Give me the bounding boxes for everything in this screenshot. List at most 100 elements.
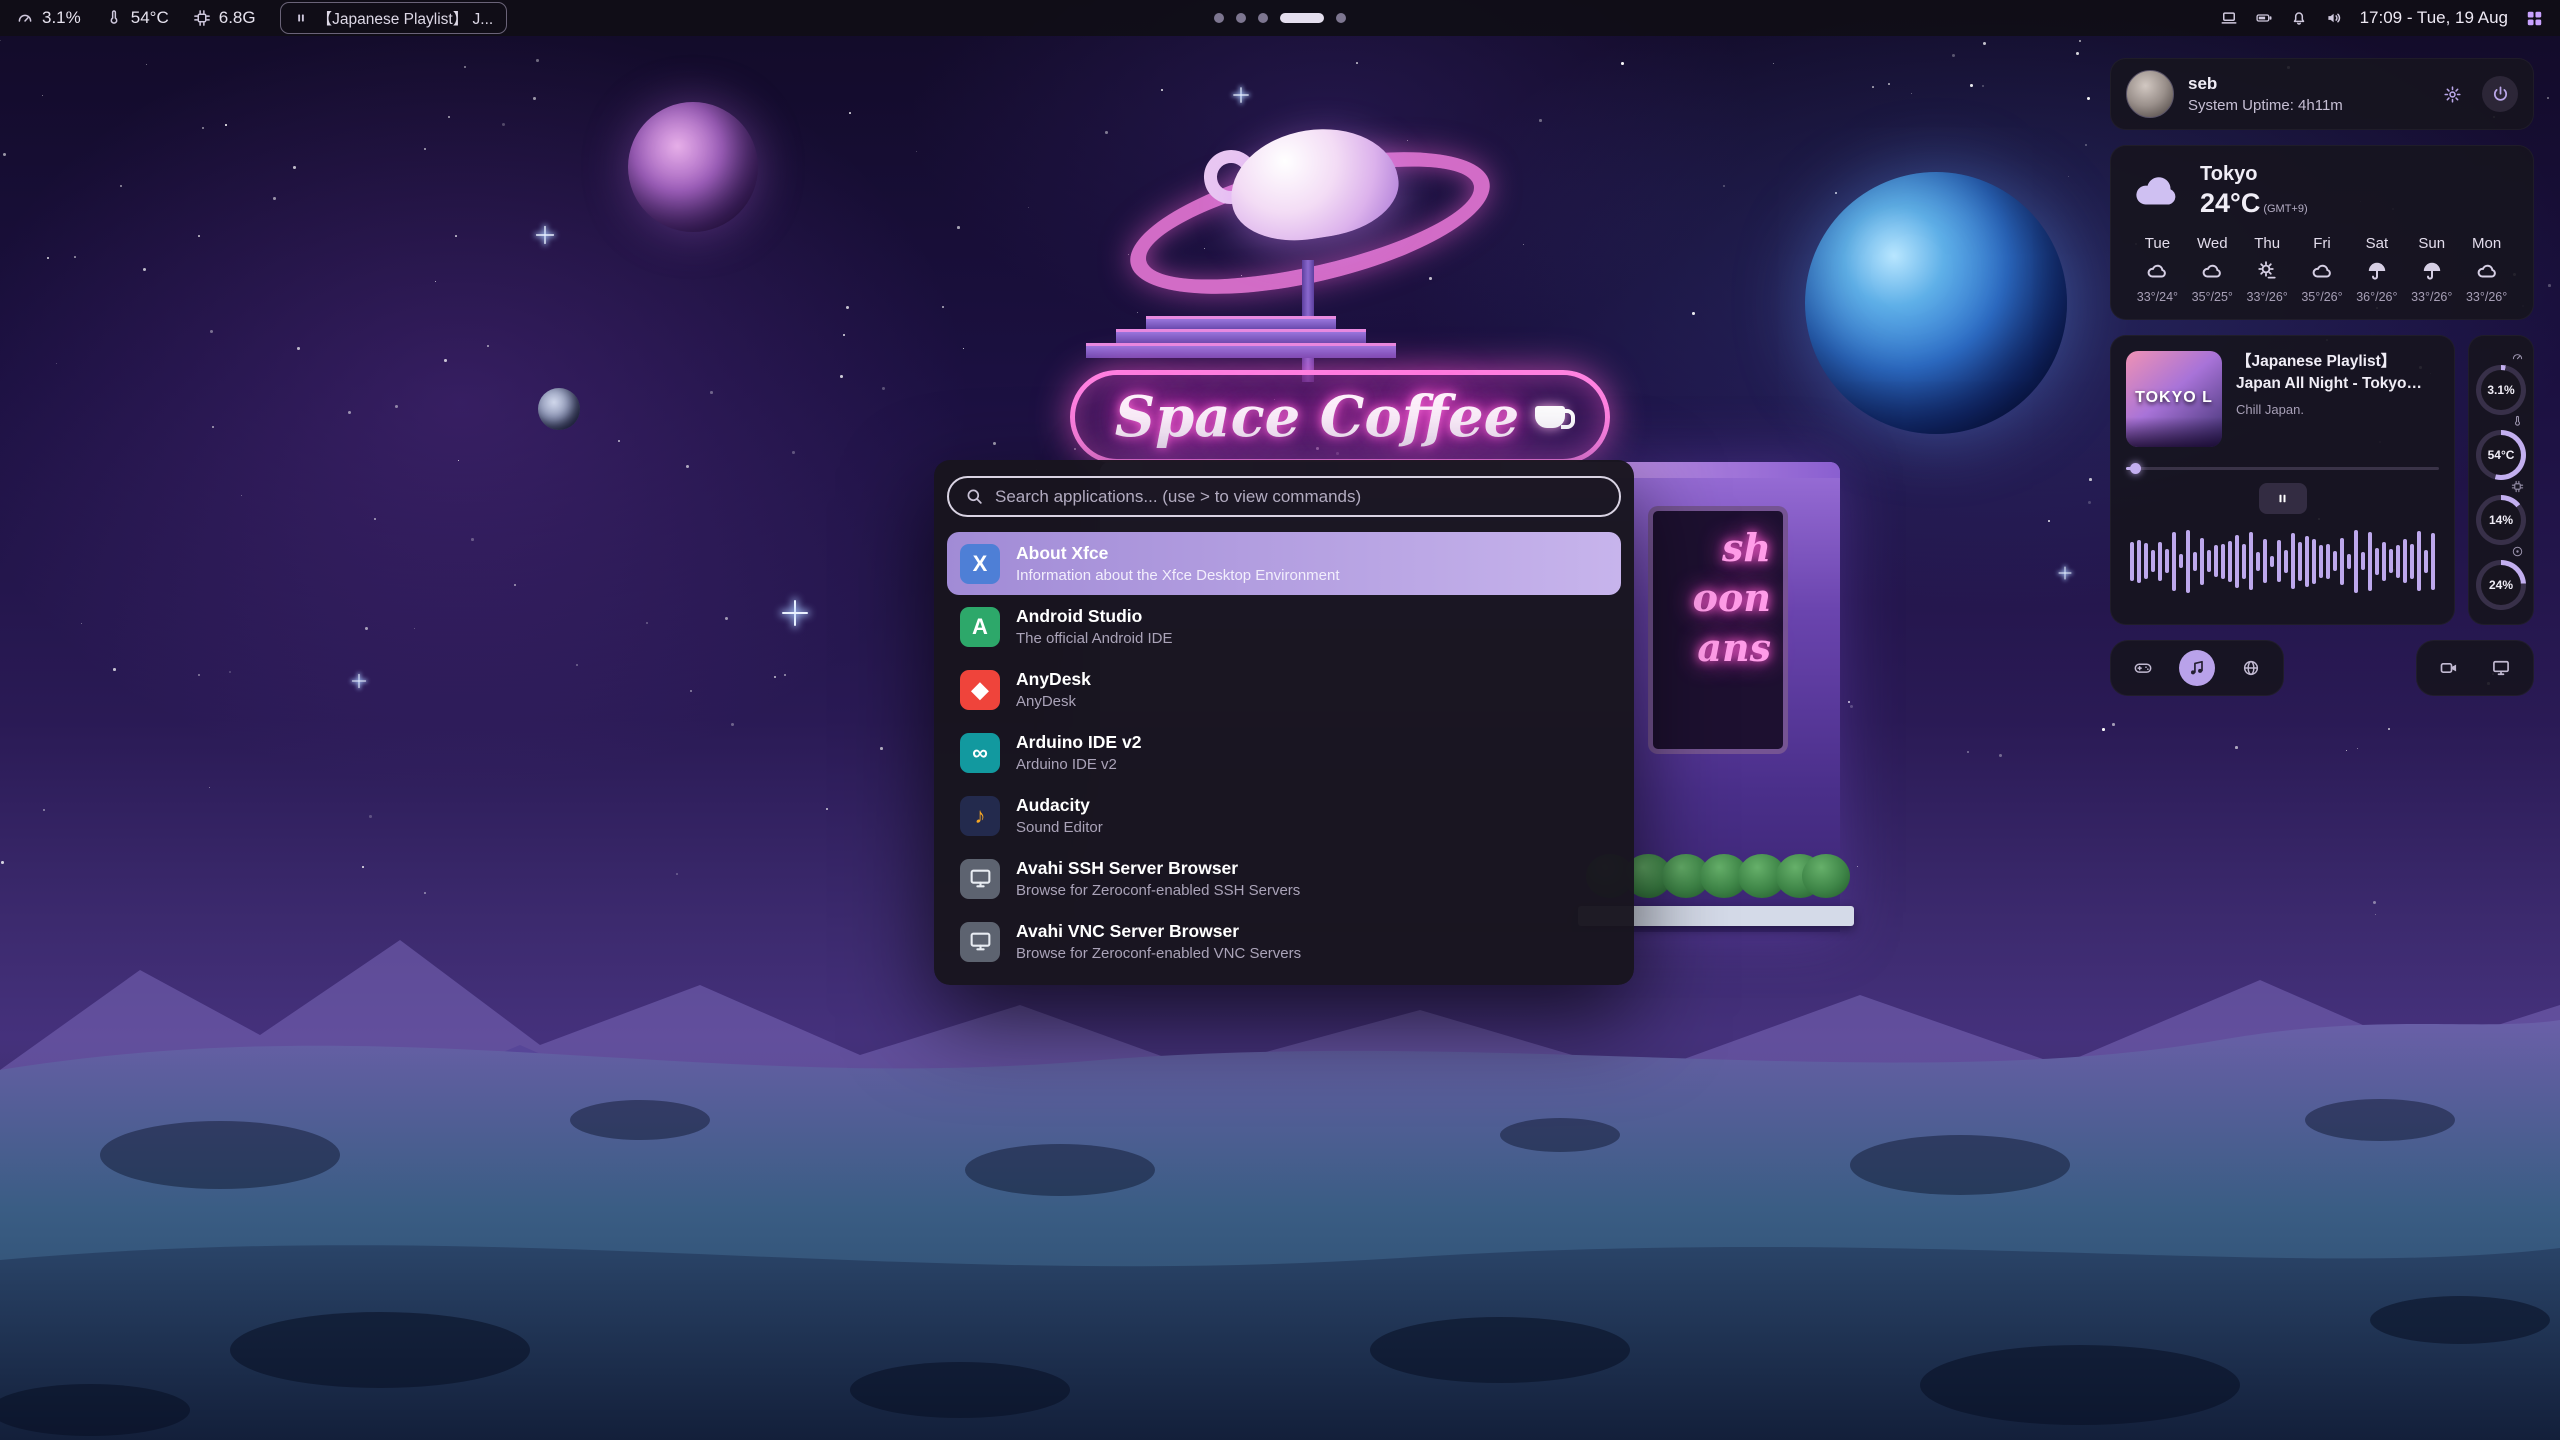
clock[interactable]: 17:09 - Tue, 19 Aug xyxy=(2360,8,2508,28)
workspace-dot-5[interactable] xyxy=(1336,13,1346,23)
temperature-gauge-value: 54°C xyxy=(2488,448,2515,462)
speedo-icon xyxy=(2511,350,2524,363)
cloud-icon xyxy=(2200,259,2224,283)
waveform-bar xyxy=(2424,550,2428,573)
app-name: Avahi SSH Server Browser xyxy=(1016,858,1300,879)
phone-link-button[interactable] xyxy=(2220,9,2238,27)
settings-button[interactable] xyxy=(2434,76,2470,112)
weather-timezone: (GMT+9) xyxy=(2263,203,2307,215)
workspace-dot-2[interactable] xyxy=(1236,13,1246,23)
forecast-temps: 35°/25° xyxy=(2192,290,2233,304)
app-name: Arduino IDE v2 xyxy=(1016,732,1141,753)
forecast-day-sun: Sun33°/26° xyxy=(2404,235,2459,304)
app-description: Browse for Zeroconf-enabled SSH Servers xyxy=(1016,882,1300,899)
app-name: Android Studio xyxy=(1016,606,1172,627)
temperature-gauge: 54°C xyxy=(2476,415,2526,480)
workspace-dot-4[interactable] xyxy=(1280,13,1324,23)
cloud-icon xyxy=(2130,164,2184,218)
disk-gauge: 24% xyxy=(2476,545,2526,610)
battery-button[interactable] xyxy=(2255,9,2273,27)
launcher-item[interactable]: X About Xfce Information about the Xfce De… xyxy=(947,532,1621,595)
memory-indicator[interactable]: 6.8G xyxy=(193,8,256,28)
seek-knob[interactable] xyxy=(2130,463,2141,474)
workspace-dot-1[interactable] xyxy=(1214,13,1224,23)
now-playing-label: 【Japanese Playlist】 J... xyxy=(317,7,494,29)
notifications-button[interactable] xyxy=(2290,9,2308,27)
launcher-item[interactable]: Avahi VNC Server BrowserBrowse for Zeroc… xyxy=(947,910,1621,973)
temperature-indicator[interactable]: 54°C xyxy=(105,8,169,28)
waveform-bar xyxy=(2249,532,2253,590)
app-description: Information about the Xfce Desktop Envir… xyxy=(1016,567,1340,584)
grid-icon xyxy=(2525,9,2544,28)
cpu-gauge-icon xyxy=(16,9,34,27)
power-icon xyxy=(2491,85,2510,104)
launcher-search[interactable] xyxy=(947,476,1621,517)
waveform-bar xyxy=(2137,540,2141,583)
moon-ground-illustration xyxy=(0,920,2560,1440)
launcher-item[interactable]: Avahi SSH Server Browser Browse for Zeroc… xyxy=(947,847,1621,910)
cpu-value: 3.1% xyxy=(42,8,81,28)
cloud-icon xyxy=(2475,259,2499,283)
waveform-bar xyxy=(2319,545,2323,578)
gamepad-quick-button[interactable] xyxy=(2127,652,2159,684)
note-quick-button[interactable] xyxy=(2179,650,2215,686)
window-neon-text: oon xyxy=(1693,577,1771,619)
volume-button[interactable] xyxy=(2325,9,2343,27)
xfce-app-icon: X xyxy=(960,544,1000,584)
launcher-item[interactable]: AAndroid StudioThe official Android IDE xyxy=(947,595,1621,658)
waveform-bar xyxy=(2235,535,2239,588)
now-playing-module[interactable]: 【Japanese Playlist】 J... xyxy=(280,2,508,34)
waveform-bar xyxy=(2221,544,2225,579)
gear-icon xyxy=(2443,85,2462,104)
forecast-day-label: Wed xyxy=(2197,235,2228,252)
pause-button[interactable] xyxy=(2259,483,2307,514)
forecast-day-label: Sun xyxy=(2418,235,2445,252)
temperature-gauge-ring: 54°C xyxy=(2476,430,2526,480)
search-icon xyxy=(965,487,984,506)
weather-city: Tokyo xyxy=(2200,163,2308,186)
workspace-dot-3[interactable] xyxy=(1258,13,1268,23)
launcher-item[interactable]: ♪AudacitySound Editor xyxy=(947,784,1621,847)
waveform-bar xyxy=(2263,539,2267,583)
track-title: 【Japanese Playlist】 Japan All Night - To… xyxy=(2236,351,2439,394)
application-launcher: X About Xfce Information about the Xfce De… xyxy=(934,460,1634,985)
cpu-gauge-value: 3.1% xyxy=(2487,383,2514,397)
app-name: About Xfce xyxy=(1016,543,1340,564)
launcher-item[interactable]: ◆AnyDeskAnyDesk xyxy=(947,658,1621,721)
cpu-indicator[interactable]: 3.1% xyxy=(16,8,81,28)
pause-icon xyxy=(294,11,308,25)
waveform-bar xyxy=(2375,548,2379,575)
waveform-bar xyxy=(2312,539,2316,584)
album-art[interactable]: TOKYO L xyxy=(2126,351,2222,447)
star-sparkle xyxy=(2059,567,2072,580)
umbrella-icon xyxy=(2420,259,2444,283)
launcher-item[interactable]: ∞Arduino IDE v2Arduino IDE v2 xyxy=(947,721,1621,784)
app-grid-button[interactable] xyxy=(2525,9,2544,28)
disk-icon xyxy=(2511,545,2524,558)
cpu-gauge: 3.1% xyxy=(2476,350,2526,415)
camera-quick-button[interactable] xyxy=(2433,652,2465,684)
avatar[interactable] xyxy=(2126,70,2174,118)
monitor-quick-button[interactable] xyxy=(2485,652,2517,684)
power-button[interactable] xyxy=(2482,76,2518,112)
star-sparkle xyxy=(1233,87,1249,103)
forecast-day-mon: Mon33°/26° xyxy=(2459,235,2514,304)
forecast-temps: 33°/24° xyxy=(2137,290,2178,304)
temperature-value: 54°C xyxy=(131,8,169,28)
waveform-bar xyxy=(2340,538,2344,585)
seek-bar[interactable] xyxy=(2126,463,2439,474)
waveform-bar xyxy=(2214,545,2218,577)
waveform-bar xyxy=(2270,556,2274,567)
app-description: Arduino IDE v2 xyxy=(1016,756,1141,773)
memory-value: 6.8G xyxy=(219,8,256,28)
forecast-temps: 33°/26° xyxy=(2247,290,2288,304)
cpu-gauge-ring: 3.1% xyxy=(2476,365,2526,415)
search-input[interactable] xyxy=(995,487,1603,507)
username: seb xyxy=(2188,74,2343,94)
forecast-row: Tue33°/24°Wed35°/25°Thu33°/26°Fri35°/26°… xyxy=(2130,235,2514,304)
forecast-day-label: Tue xyxy=(2145,235,2170,252)
app-description: Sound Editor xyxy=(1016,819,1103,836)
workspace-indicator[interactable] xyxy=(1214,13,1346,23)
globe-quick-button[interactable] xyxy=(2235,652,2267,684)
avahi-ssh-app-icon xyxy=(960,859,1000,899)
